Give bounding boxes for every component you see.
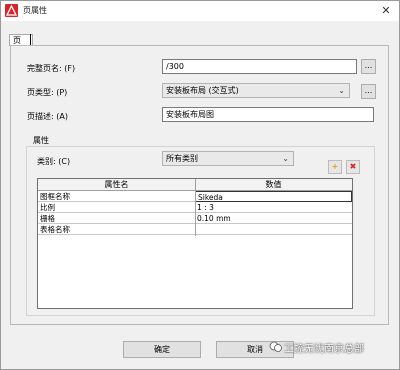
property-value-cell[interactable]: 1 : 3	[195, 202, 352, 213]
watermark-text: 工控无忧南京总部	[284, 344, 364, 355]
description-label: 页描述: (A)	[27, 112, 68, 121]
close-icon[interactable]: ✕	[377, 2, 395, 20]
delete-property-button[interactable]: ✖	[346, 160, 360, 174]
column-header-name[interactable]: 属性名	[38, 179, 195, 191]
property-value-cell[interactable]: Sikeda	[195, 191, 352, 202]
wechat-icon	[269, 340, 283, 354]
page-type-value: 安装板布局 (交互式)	[166, 86, 239, 95]
chevron-down-icon: ⌄	[282, 154, 289, 163]
property-name-cell: 图框名称	[40, 192, 70, 201]
property-name-cell: 栅格	[40, 214, 55, 223]
full-name-browse-button[interactable]: ...	[361, 59, 376, 74]
property-value-cell[interactable]: 0.10 mm	[195, 213, 352, 224]
full-name-label: 完整页名: (F)	[27, 64, 76, 73]
category-label: 类别: (C)	[37, 157, 71, 166]
chevron-down-icon: ⌄	[338, 86, 345, 95]
property-name-cell: 比例	[40, 203, 55, 212]
page-properties-dialog: 页属性 ✕ 页 完整页名: (F) /300 ... 页类型: (P) 安装板布…	[0, 0, 400, 370]
column-divider	[195, 191, 196, 236]
column-header-value[interactable]: 数值	[195, 179, 352, 191]
property-value-cell[interactable]	[195, 224, 352, 235]
properties-table: 属性名 数值 图框名称 Sikeda 比例 1 : 3 栅格 0.10 mm 表…	[37, 178, 353, 309]
window-title: 页属性	[23, 6, 47, 15]
description-input[interactable]: 安装板布局图	[162, 107, 374, 122]
text-caret	[30, 34, 31, 45]
properties-group-title: 属性	[31, 135, 51, 146]
page-type-label: 页类型: (P)	[27, 88, 68, 97]
app-logo-icon	[5, 4, 18, 17]
page-type-select[interactable]: 安装板布局 (交互式) ⌄	[162, 83, 350, 98]
category-select[interactable]: 所有类别 ⌄	[162, 151, 294, 166]
column-divider	[195, 179, 196, 191]
ok-button[interactable]: 确定	[123, 341, 201, 358]
title-bar: 页属性 ✕	[1, 1, 399, 21]
add-property-button[interactable]: +	[328, 160, 342, 174]
property-name-cell: 表格名称	[40, 225, 70, 234]
category-value: 所有类别	[166, 154, 198, 163]
page-type-browse-button[interactable]: ...	[361, 84, 376, 99]
full-name-input[interactable]: /300	[162, 59, 357, 74]
